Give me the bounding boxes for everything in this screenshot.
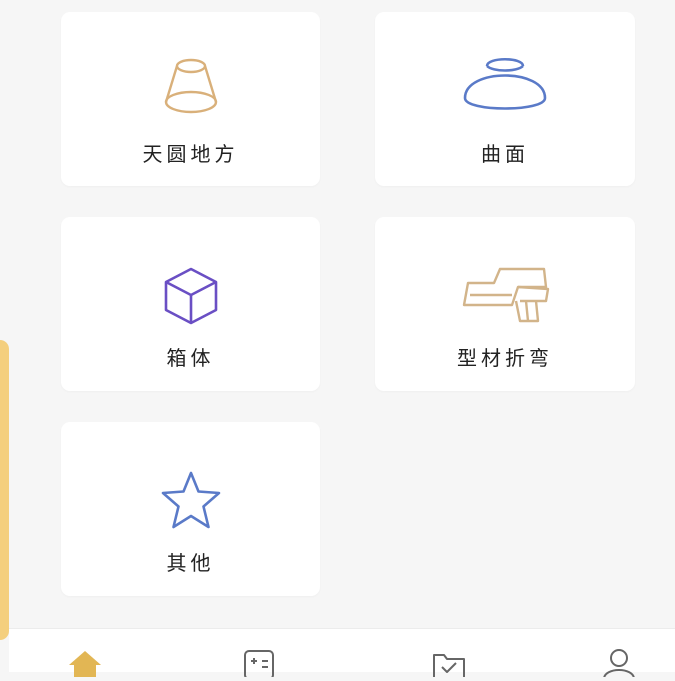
category-label: 天圆地方 bbox=[142, 142, 239, 166]
category-label: 型材折弯 bbox=[457, 346, 553, 370]
side-drawer-edge bbox=[0, 340, 9, 640]
user-icon[interactable] bbox=[599, 647, 639, 680]
calculator-icon[interactable] bbox=[239, 647, 279, 680]
star-icon bbox=[61, 466, 320, 536]
profile-bend-icon bbox=[375, 261, 635, 331]
category-label: 箱体 bbox=[166, 346, 215, 370]
frustum-icon bbox=[61, 50, 320, 120]
category-card-surface[interactable]: 曲面 bbox=[375, 12, 635, 186]
bottom-tab-bar bbox=[9, 628, 675, 680]
category-card-profile-bend[interactable]: 型材折弯 bbox=[375, 217, 635, 391]
category-label: 其他 bbox=[166, 551, 215, 575]
category-label: 曲面 bbox=[481, 142, 529, 166]
category-card-other[interactable]: 其他 bbox=[61, 422, 320, 596]
folder-check-icon[interactable] bbox=[429, 647, 469, 680]
cube-icon bbox=[61, 261, 320, 331]
category-card-box[interactable]: 箱体 bbox=[61, 217, 320, 391]
dome-icon bbox=[375, 50, 635, 120]
category-card-frustum[interactable]: 天圆地方 bbox=[61, 12, 320, 186]
home-icon[interactable] bbox=[65, 647, 105, 677]
